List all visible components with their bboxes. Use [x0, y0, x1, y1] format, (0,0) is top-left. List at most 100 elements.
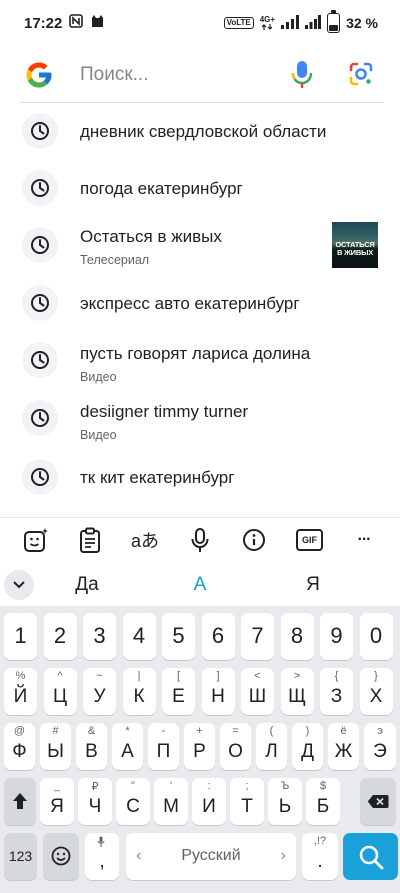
key[interactable]: эЭ: [364, 723, 396, 770]
key[interactable]: ~ У: [83, 668, 116, 715]
key[interactable]: > Щ: [280, 668, 314, 715]
key-label: 8: [290, 623, 304, 648]
key[interactable]: } Х: [359, 668, 393, 715]
period-key[interactable]: ,!? .: [302, 833, 338, 880]
key-label: 3: [93, 623, 106, 648]
key[interactable]: ₽ Ч: [78, 778, 112, 825]
suggestion-item[interactable]: дневник свердловской области: [0, 104, 400, 160]
word-suggestion[interactable]: Да: [47, 574, 127, 596]
key[interactable]: | К: [122, 668, 156, 715]
suggestion-text: погода екатеринбург: [80, 179, 243, 198]
suggestion-text: Остаться в живых: [80, 227, 222, 246]
suggestion-item[interactable]: погода екатеринбург: [0, 161, 400, 217]
key[interactable]: (Л: [256, 723, 287, 770]
key[interactable]: :И: [192, 778, 226, 825]
keyboard-search-button[interactable]: [343, 833, 398, 880]
key-label: 4: [132, 623, 146, 648]
key-label: 5: [172, 623, 185, 648]
key[interactable]: 5: [162, 613, 195, 660]
key-hint: ~: [96, 670, 103, 682]
key-hint: ё: [340, 725, 347, 737]
key-hint: &: [87, 725, 96, 737]
emoji-key[interactable]: [43, 833, 79, 880]
key[interactable]: * А: [112, 723, 143, 770]
key-label: Ь: [278, 796, 292, 817]
key[interactable]: = О: [220, 723, 251, 770]
space-right-arrow: ›: [280, 847, 286, 864]
word-suggestion[interactable]: Я: [273, 574, 353, 596]
key-label: Й: [13, 686, 28, 707]
suggestion-text: desiigner timmy turner: [80, 402, 249, 421]
voice-search-icon[interactable]: [290, 59, 314, 89]
comma-key[interactable]: ,: [85, 833, 119, 880]
word-suggestion[interactable]: А: [160, 574, 240, 596]
key[interactable]: {З: [320, 668, 353, 715]
key[interactable]: 4: [122, 613, 156, 660]
shift-arrow-icon: [13, 793, 27, 809]
key[interactable]: ^ Ц: [43, 668, 77, 715]
symbols-key[interactable]: 123: [4, 833, 37, 880]
key[interactable]: < Ш: [241, 668, 274, 715]
key[interactable]: @ Ф: [4, 723, 35, 770]
key[interactable]: -П: [148, 723, 179, 770]
clipboard-icon[interactable]: [76, 526, 104, 554]
key[interactable]: " С: [116, 778, 150, 825]
cat-notification-icon: [90, 14, 105, 32]
key-label: Ж: [334, 741, 353, 762]
key-hint: э: [377, 725, 383, 737]
key[interactable]: 9: [320, 613, 353, 660]
key[interactable]: ' М: [154, 778, 188, 825]
key[interactable]: ЪЬ: [268, 778, 302, 825]
suggestion-item[interactable]: пусть говорят лариса долина Видео: [0, 333, 400, 389]
key-hint: {: [334, 670, 339, 682]
google-logo-icon: [26, 62, 52, 87]
key-hint: [: [176, 670, 181, 682]
keyboard-toolbar: aあ GIF ···: [0, 517, 400, 561]
key-hint: @: [13, 725, 26, 737]
key-label: 2: [53, 623, 67, 648]
key[interactable]: & В: [76, 723, 107, 770]
more-options-button[interactable]: ···: [350, 526, 378, 554]
key-label: Р: [193, 741, 206, 762]
key-hint: ,!?: [313, 835, 327, 847]
space-language-label: Русский: [181, 847, 241, 864]
key[interactable]: 6: [201, 613, 235, 660]
key[interactable]: 3: [83, 613, 116, 660]
key[interactable]: # Ы: [40, 723, 71, 770]
voice-input-icon[interactable]: [186, 526, 214, 554]
key[interactable]: ; Т: [230, 778, 264, 825]
key[interactable]: ёЖ: [328, 723, 359, 770]
key[interactable]: $ Б: [306, 778, 340, 825]
history-clock-icon: [22, 227, 58, 263]
key-hint: ): [305, 725, 310, 737]
suggestion-item[interactable]: тк кит екатеринбург: [0, 450, 400, 506]
space-bar[interactable]: ‹ Русский ›: [126, 833, 296, 880]
key[interactable]: ] Н: [201, 668, 235, 715]
search-input[interactable]: [80, 63, 270, 86]
gif-button[interactable]: GIF: [296, 529, 323, 551]
key[interactable]: 0: [359, 613, 393, 660]
translate-button[interactable]: aあ: [131, 526, 159, 554]
key[interactable]: 2: [43, 613, 77, 660]
backspace-key[interactable]: [360, 778, 396, 825]
key[interactable]: % Й: [4, 668, 37, 715]
suggestion-text: экспресс авто екатеринбург: [80, 294, 300, 313]
collapse-chevron-icon[interactable]: [4, 570, 34, 600]
key-hint: }: [374, 670, 378, 682]
key[interactable]: ) Д: [292, 723, 323, 770]
key[interactable]: + Р: [184, 723, 215, 770]
battery-percent: 32 %: [346, 15, 378, 31]
signal-icon-2: [305, 14, 322, 32]
suggestion-item[interactable]: экспресс авто екатеринбург: [0, 276, 400, 332]
key[interactable]: 7: [241, 613, 274, 660]
key[interactable]: 8: [280, 613, 314, 660]
key-label: А: [121, 741, 134, 762]
key[interactable]: 1: [4, 613, 37, 660]
key[interactable]: [Е: [162, 668, 195, 715]
key[interactable]: _ Я: [40, 778, 74, 825]
suggestion-item[interactable]: desiigner timmy turner Видео: [0, 391, 400, 447]
emoji-sticker-icon[interactable]: [22, 526, 50, 554]
google-lens-icon[interactable]: [348, 61, 374, 87]
info-icon[interactable]: [240, 526, 268, 554]
shift-key[interactable]: [4, 778, 36, 825]
